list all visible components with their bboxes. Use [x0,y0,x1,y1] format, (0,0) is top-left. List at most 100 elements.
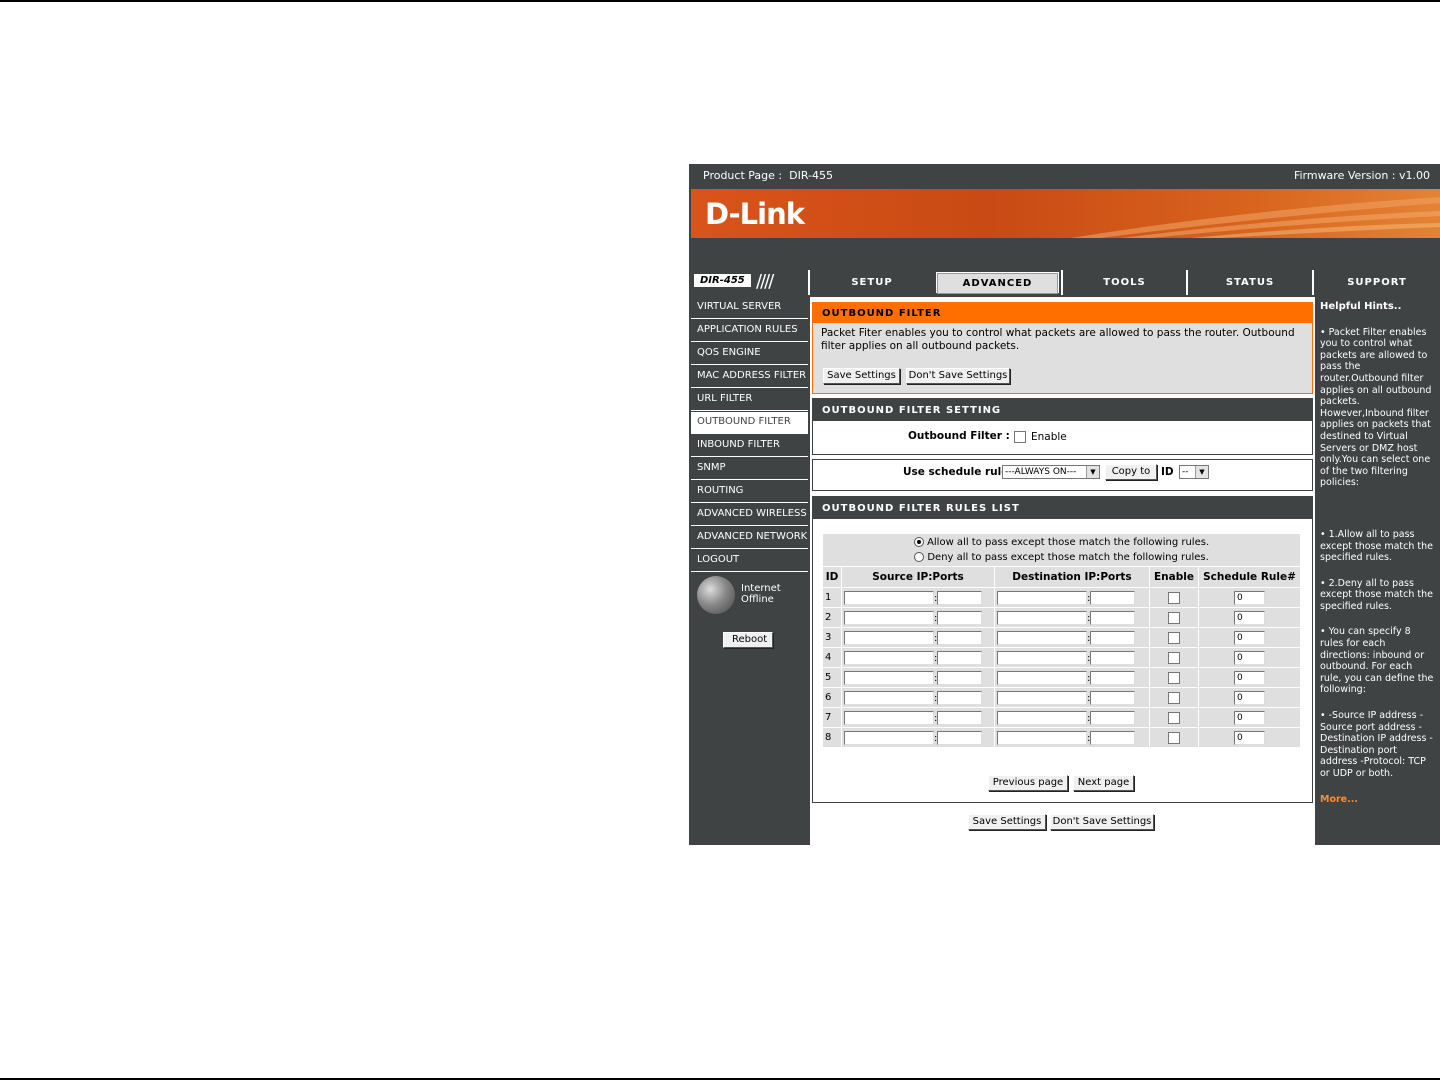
sidebar-item-outbound-filter[interactable]: OUTBOUND FILTER [691,412,808,434]
sidebar-item-inbound-filter[interactable]: INBOUND FILTER [691,435,808,457]
model-badge: DIR-455 //// [691,270,808,294]
destination-port-input[interactable] [1090,630,1136,645]
destination-ip-input[interactable] [997,710,1087,725]
destination-ip-input[interactable] [997,690,1087,705]
product-label: Product Page : [703,169,783,182]
schedule-rule-input[interactable]: 0 [1234,590,1265,605]
schedule-rule-input[interactable]: 0 [1234,650,1265,665]
source-port-input[interactable] [937,730,983,745]
sidebar-item-advanced-wireless[interactable]: ADVANCED WIRELESS [691,504,808,526]
rule-enable-checkbox[interactable] [1168,671,1180,684]
tab-advanced[interactable]: ADVANCED [934,270,1061,295]
hint-deny: • 2.Deny all to pass except those match … [1320,577,1434,612]
rule-enable-checkbox[interactable] [1168,691,1180,704]
hints-title: Helpful Hints.. [1320,301,1402,312]
schedule-rule-input[interactable]: 0 [1234,730,1265,745]
table-row: 1:: 0 [822,587,1301,608]
source-port-input[interactable] [937,610,983,625]
schedule-select[interactable]: ---ALWAYS ON--- ▼ [1002,465,1100,479]
destination-ip-input[interactable] [997,590,1087,605]
allow-radio[interactable] [913,537,924,547]
source-ip-input[interactable] [844,690,934,705]
destination-port-input[interactable] [1090,610,1136,625]
destination-ip-input[interactable] [997,730,1087,745]
rule-enable-checkbox[interactable] [1168,591,1180,604]
sidebar-item-snmp[interactable]: SNMP [691,458,808,480]
destination-port-input[interactable] [1090,730,1136,745]
rule-enable-checkbox[interactable] [1168,711,1180,724]
destination-ip-input[interactable] [997,650,1087,665]
source-ip-input[interactable] [844,710,934,725]
tab-setup[interactable]: SETUP [808,270,934,295]
source-port-input[interactable] [937,670,983,685]
destination-cell: : [994,587,1150,608]
sidebar-item-url-filter[interactable]: URL FILTER [691,389,808,411]
destination-port-input[interactable] [1090,670,1136,685]
source-port-input[interactable] [937,710,983,725]
source-ip-input[interactable] [844,670,934,685]
destination-cell: : [994,687,1150,708]
copy-to-button[interactable]: Copy to [1105,464,1157,480]
destination-port-input[interactable] [1090,650,1136,665]
schedule-label: Use schedule rule [903,466,1009,478]
dont-save-settings-button[interactable]: Don't Save Settings [906,368,1010,384]
next-page-button[interactable]: Next page [1073,775,1134,791]
rule-enable-checkbox[interactable] [1168,731,1180,744]
previous-page-button[interactable]: Previous page [988,775,1068,791]
sidebar-item-advanced-network[interactable]: ADVANCED NETWORK [691,527,808,549]
destination-port-input[interactable] [1090,690,1136,705]
source-cell: : [841,667,995,688]
tab-status[interactable]: STATUS [1186,270,1312,295]
footer-save-settings-button[interactable]: Save Settings [968,814,1046,830]
sidebar-item-virtual-server[interactable]: VIRTUAL SERVER [691,297,808,319]
deny-radio[interactable] [914,552,925,562]
schedule-rule-input[interactable]: 0 [1234,630,1265,645]
reboot-button[interactable]: Reboot [723,632,773,648]
id-select[interactable]: -- ▼ [1179,465,1209,479]
sidebar-item-mac-address-filter[interactable]: MAC ADDRESS FILTER [691,366,808,388]
internet-globe-icon [697,576,735,614]
source-ip-input[interactable] [844,650,934,665]
source-ip-input[interactable] [844,610,934,625]
source-port-input[interactable] [937,690,983,705]
bottom-rule [0,1078,1440,1080]
sidebar-item-logout[interactable]: LOGOUT [691,550,808,572]
rule-id: 8 [822,727,842,748]
source-ip-input[interactable] [844,630,934,645]
col-source: Source IP:Ports [841,566,995,588]
sidebar-item-qos-engine[interactable]: QOS ENGINE [691,343,808,365]
source-port-input[interactable] [937,590,983,605]
footer-dont-save-settings-button[interactable]: Don't Save Settings [1050,814,1154,830]
schedule-rule-input[interactable]: 0 [1234,690,1265,705]
product-page: Product Page : DIR-455 [703,164,833,187]
chevron-down-icon: ▼ [1086,466,1099,478]
schedule-rule-input[interactable]: 0 [1234,610,1265,625]
tab-support[interactable]: SUPPORT [1312,270,1440,295]
destination-ip-input[interactable] [997,670,1087,685]
source-ip-input[interactable] [844,590,934,605]
source-cell: : [841,607,995,628]
destination-port-input[interactable] [1090,590,1136,605]
enable-checkbox[interactable] [1014,431,1026,443]
source-port-input[interactable] [937,650,983,665]
rules-table: Allow all to pass except those match the… [822,533,1301,748]
save-settings-button[interactable]: Save Settings [823,368,900,384]
schedule-rule-input[interactable]: 0 [1234,710,1265,725]
rule-enable-checkbox[interactable] [1168,611,1180,624]
destination-ip-input[interactable] [997,630,1087,645]
destination-ip-input[interactable] [997,610,1087,625]
schedule-selected-value: ---ALWAYS ON--- [1005,467,1077,477]
tab-tools[interactable]: TOOLS [1061,270,1186,295]
destination-port-input[interactable] [1090,710,1136,725]
col-id: ID [822,566,842,588]
rule-enable-checkbox[interactable] [1168,651,1180,664]
schedule-rule-input[interactable]: 0 [1234,670,1265,685]
sidebar-item-routing[interactable]: ROUTING [691,481,808,503]
source-port-input[interactable] [937,630,983,645]
id-label: ID [1161,466,1174,478]
rule-enable-checkbox[interactable] [1168,631,1180,644]
table-row: 2:: 0 [822,607,1301,628]
source-ip-input[interactable] [844,730,934,745]
sidebar-item-application-rules[interactable]: APPLICATION RULES [691,320,808,342]
more-link[interactable]: More... [1320,794,1436,806]
